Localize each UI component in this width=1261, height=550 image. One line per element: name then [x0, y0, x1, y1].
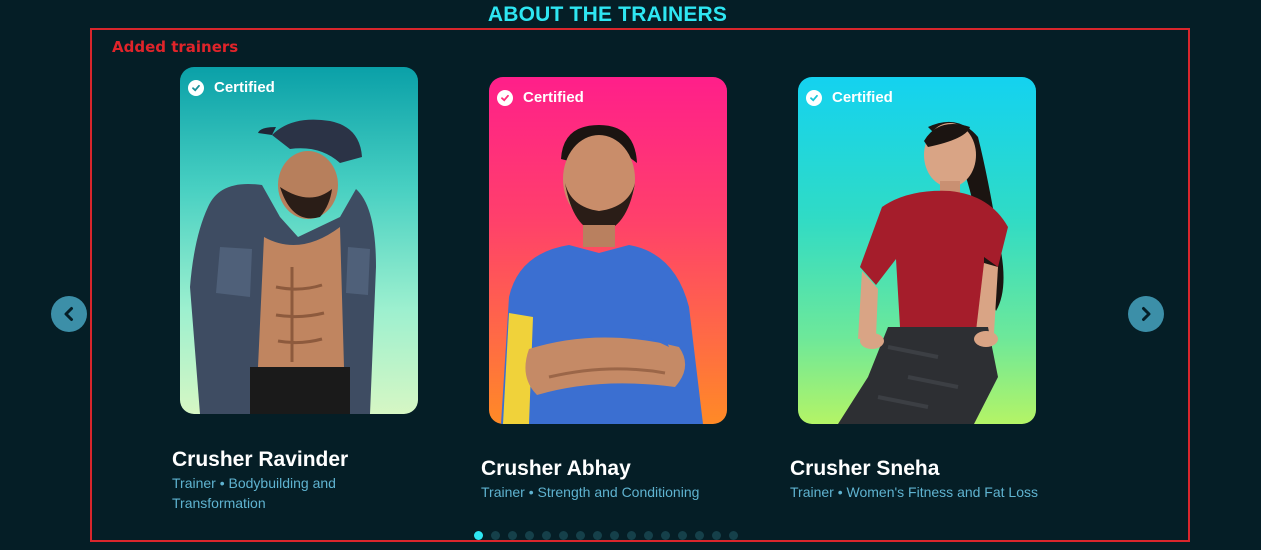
pagination-dot[interactable]: [491, 531, 500, 540]
trainer-silhouette: [501, 125, 703, 424]
trainers-section: ABOUT THE TRAINERS Added trainers Certif…: [0, 0, 1261, 550]
trainer-card[interactable]: Certified Crusher Sneha Trainer • Women'…: [790, 77, 1038, 500]
trainer-name: Crusher Ravinder: [172, 448, 349, 471]
carousel-prev-button[interactable]: [51, 296, 87, 332]
pagination-dot[interactable]: [712, 531, 721, 540]
annotation-label: Added trainers: [112, 38, 239, 56]
trainer-card[interactable]: Certified Crusher Ravinder Trainer • Bod…: [172, 67, 418, 511]
pagination-dot[interactable]: [576, 531, 585, 540]
trainer-photo: Certified: [798, 77, 1036, 424]
carousel-pagination: [474, 531, 738, 540]
check-circle-icon: [497, 89, 513, 106]
pagination-dot[interactable]: [542, 531, 551, 540]
trainer-name: Crusher Sneha: [790, 457, 940, 480]
trainer-name: Crusher Abhay: [481, 457, 631, 480]
trainer-photo: Certified: [180, 67, 418, 414]
certified-badge: Certified: [806, 89, 893, 106]
check-circle-icon: [188, 79, 204, 96]
certified-badge: Certified: [497, 89, 584, 106]
trainer-role: Trainer • Women's Fitness and Fat Loss: [790, 484, 1039, 500]
pagination-dot[interactable]: [593, 531, 602, 540]
pagination-dot[interactable]: [627, 531, 636, 540]
pagination-dot[interactable]: [474, 531, 483, 540]
chevron-left-icon: [64, 307, 73, 321]
check-circle-icon: [806, 89, 822, 106]
trainer-card[interactable]: Certified Crusher Abhay Trainer • Streng…: [481, 77, 727, 500]
pagination-dot[interactable]: [559, 531, 568, 540]
badge-label: Certified: [214, 79, 275, 96]
section-title: ABOUT THE TRAINERS: [487, 3, 728, 26]
certified-badge: Certified: [188, 79, 275, 96]
pagination-dot[interactable]: [678, 531, 687, 540]
pagination-dot[interactable]: [644, 531, 653, 540]
pagination-dot[interactable]: [610, 531, 619, 540]
carousel-next-button[interactable]: [1128, 296, 1164, 332]
trainer-silhouette: [190, 119, 376, 414]
pagination-dot[interactable]: [661, 531, 670, 540]
trainer-photo: Certified: [489, 77, 727, 424]
badge-label: Certified: [832, 89, 893, 106]
trainer-role: Trainer • Bodybuilding and Transformatio…: [172, 475, 336, 511]
trainer-role: Trainer • Strength and Conditioning: [481, 484, 700, 500]
pagination-dot[interactable]: [695, 531, 704, 540]
pagination-dot[interactable]: [525, 531, 534, 540]
pagination-dot[interactable]: [729, 531, 738, 540]
badge-label: Certified: [523, 89, 584, 106]
chevron-right-icon: [1142, 307, 1151, 321]
trainer-silhouette: [838, 121, 1008, 424]
pagination-dot[interactable]: [508, 531, 517, 540]
